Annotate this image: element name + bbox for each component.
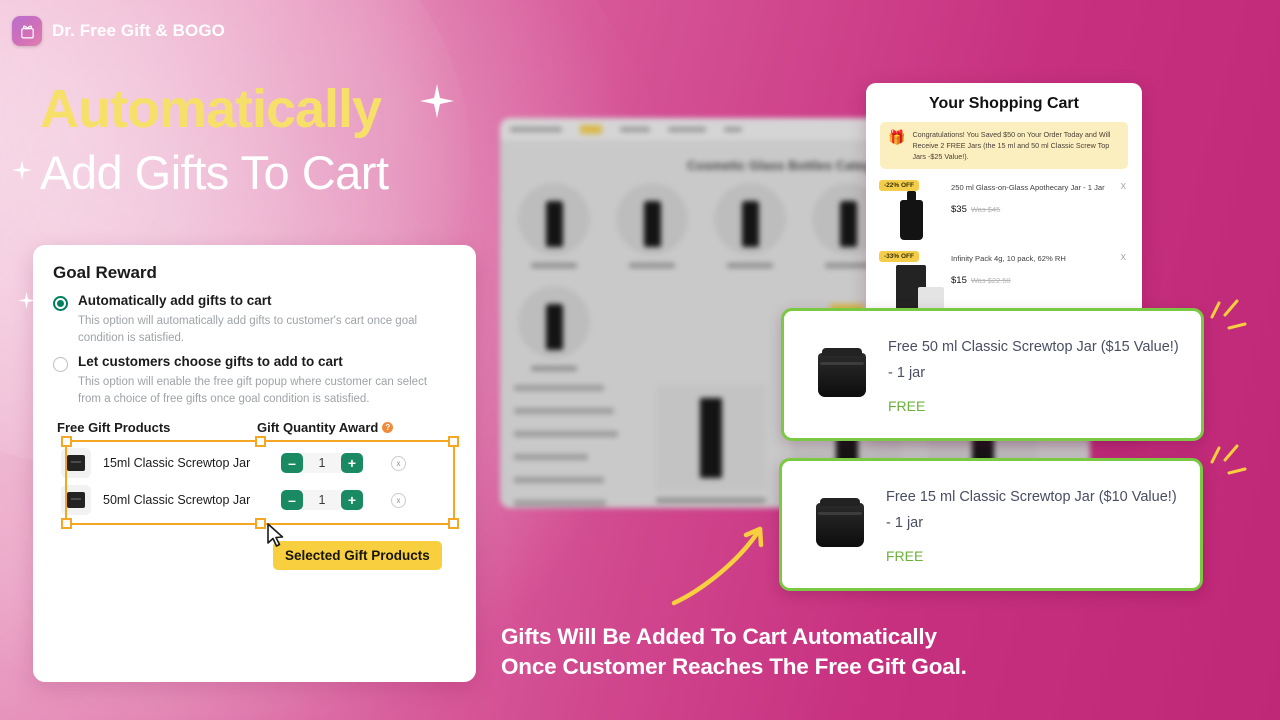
sparkle-burst-icon	[1203, 295, 1249, 356]
question-mark-icon[interactable]: ?	[382, 421, 394, 433]
cart-banner-text: Congratulations! You Saved $50 on Your O…	[912, 130, 1111, 162]
jar-thumbnail-icon	[61, 448, 91, 479]
free-gift-price: FREE	[886, 547, 924, 564]
decrease-quantity-button[interactable]: –	[281, 490, 303, 511]
free-gift-card: Free 15 ml Classic Screwtop Jar ($10 Val…	[779, 458, 1203, 591]
gift-product-row: 50ml Classic Screwtop Jar – 1 + x	[53, 482, 456, 519]
gift-product-name: 15ml Classic Screwtop Jar	[103, 456, 251, 471]
decrease-quantity-button[interactable]: –	[281, 453, 303, 474]
discount-badge: -33% OFF	[879, 251, 919, 263]
cart-item: -22% OFF 250 ml Glass-on-Glass Apothecar…	[879, 180, 1128, 241]
radio-option-auto-add[interactable]: Automatically add gifts to cart	[53, 293, 456, 311]
free-gift-title: Free 15 ml Classic Screwtop Jar ($10 Val…	[886, 489, 1177, 531]
radio-label: Let customers choose gifts to add to car…	[78, 354, 343, 370]
increase-quantity-button[interactable]: +	[341, 490, 363, 511]
gift-icon: 🎁	[888, 129, 906, 145]
cart-item-name: 250 ml Glass-on-Glass Apothecary Jar - 1…	[951, 183, 1105, 193]
black-jar-icon	[796, 347, 888, 397]
curved-arrow-icon	[660, 505, 790, 615]
apothecary-jar-icon	[880, 182, 942, 241]
caption-line-2: Once Customer Reaches The Free Gift Goal…	[501, 653, 967, 679]
infinity-pack-icon	[880, 253, 944, 312]
cart-congratulations-banner: 🎁 Congratulations! You Saved $50 on Your…	[880, 122, 1128, 170]
discount-badge: -22% OFF	[879, 180, 919, 192]
quantity-value[interactable]: 1	[303, 453, 341, 474]
mouse-cursor-icon	[266, 523, 286, 554]
cart-title: Your Shopping Cart	[929, 95, 1079, 112]
quantity-value[interactable]: 1	[303, 490, 341, 511]
bottom-caption: Gifts Will Be Added To Cart Automaticall…	[501, 622, 967, 681]
black-jar-icon	[794, 497, 886, 547]
increase-quantity-button[interactable]: +	[341, 453, 363, 474]
hero-headline: Automatically Add Gifts To Cart	[40, 82, 389, 196]
app-title: Dr. Free Gift & BOGO	[52, 21, 225, 40]
radio-label: Automatically add gifts to cart	[78, 293, 272, 308]
page-title: Goal Reward	[53, 263, 157, 282]
remove-gift-product-button[interactable]: x	[391, 455, 406, 471]
headline-line-1: Automatically	[40, 79, 382, 139]
gift-table-headers: Free Gift Products Gift Quantity Award ?	[53, 420, 456, 435]
remove-gift-product-button[interactable]: x	[391, 492, 406, 508]
jar-thumbnail-icon	[61, 485, 91, 516]
gift-product-name: 50ml Classic Screwtop Jar	[103, 493, 251, 508]
caption-line-1: Gifts Will Be Added To Cart Automaticall…	[501, 624, 937, 649]
radio-description: This option will automatically add gifts…	[78, 315, 418, 344]
cart-item-was-price: Was $22.50	[970, 275, 1011, 285]
goal-reward-card: Goal Reward Automatically add gifts to c…	[33, 245, 476, 682]
quantity-stepper: – 1 +	[281, 453, 363, 474]
free-gift-title: Free 50 ml Classic Screwtop Jar ($15 Val…	[888, 339, 1179, 381]
gift-product-row: 15ml Classic Screwtop Jar – 1 + x	[53, 445, 456, 482]
app-header: Dr. Free Gift & BOGO	[12, 16, 225, 46]
gift-products-list: 15ml Classic Screwtop Jar – 1 + x 50ml C…	[53, 445, 456, 519]
radio-description: This option will enable the free gift po…	[78, 376, 428, 406]
sparkle-burst-icon	[1203, 440, 1249, 501]
cart-item-price: $15	[951, 274, 967, 286]
column-header-quantity: Gift Quantity Award	[257, 419, 379, 435]
cart-item-name: Infinity Pack 4g, 10 pack, 62% RH	[951, 254, 1066, 264]
remove-cart-item-button[interactable]: X	[1121, 182, 1126, 191]
column-header-products: Free Gift Products	[57, 419, 171, 435]
free-gift-card: Free 50 ml Classic Screwtop Jar ($15 Val…	[781, 308, 1204, 441]
free-gift-price: FREE	[888, 397, 926, 414]
radio-button-selected[interactable]	[53, 296, 68, 311]
radio-button-unselected[interactable]	[53, 357, 68, 373]
headline-line-2: Add Gifts To Cart	[40, 146, 389, 199]
cart-item: -33% OFF Infinity Pack 4g, 10 pack, 62% …	[879, 251, 1128, 312]
remove-cart-item-button[interactable]: X	[1121, 253, 1126, 262]
selected-gift-products-tooltip: Selected Gift Products	[273, 541, 442, 570]
quantity-stepper: – 1 +	[281, 490, 363, 511]
gift-bag-icon	[12, 16, 42, 46]
cart-item-price: $35	[951, 203, 967, 215]
cart-item-was-price: Was $45	[970, 204, 1001, 214]
radio-option-customer-choose[interactable]: Let customers choose gifts to add to car…	[53, 354, 456, 373]
